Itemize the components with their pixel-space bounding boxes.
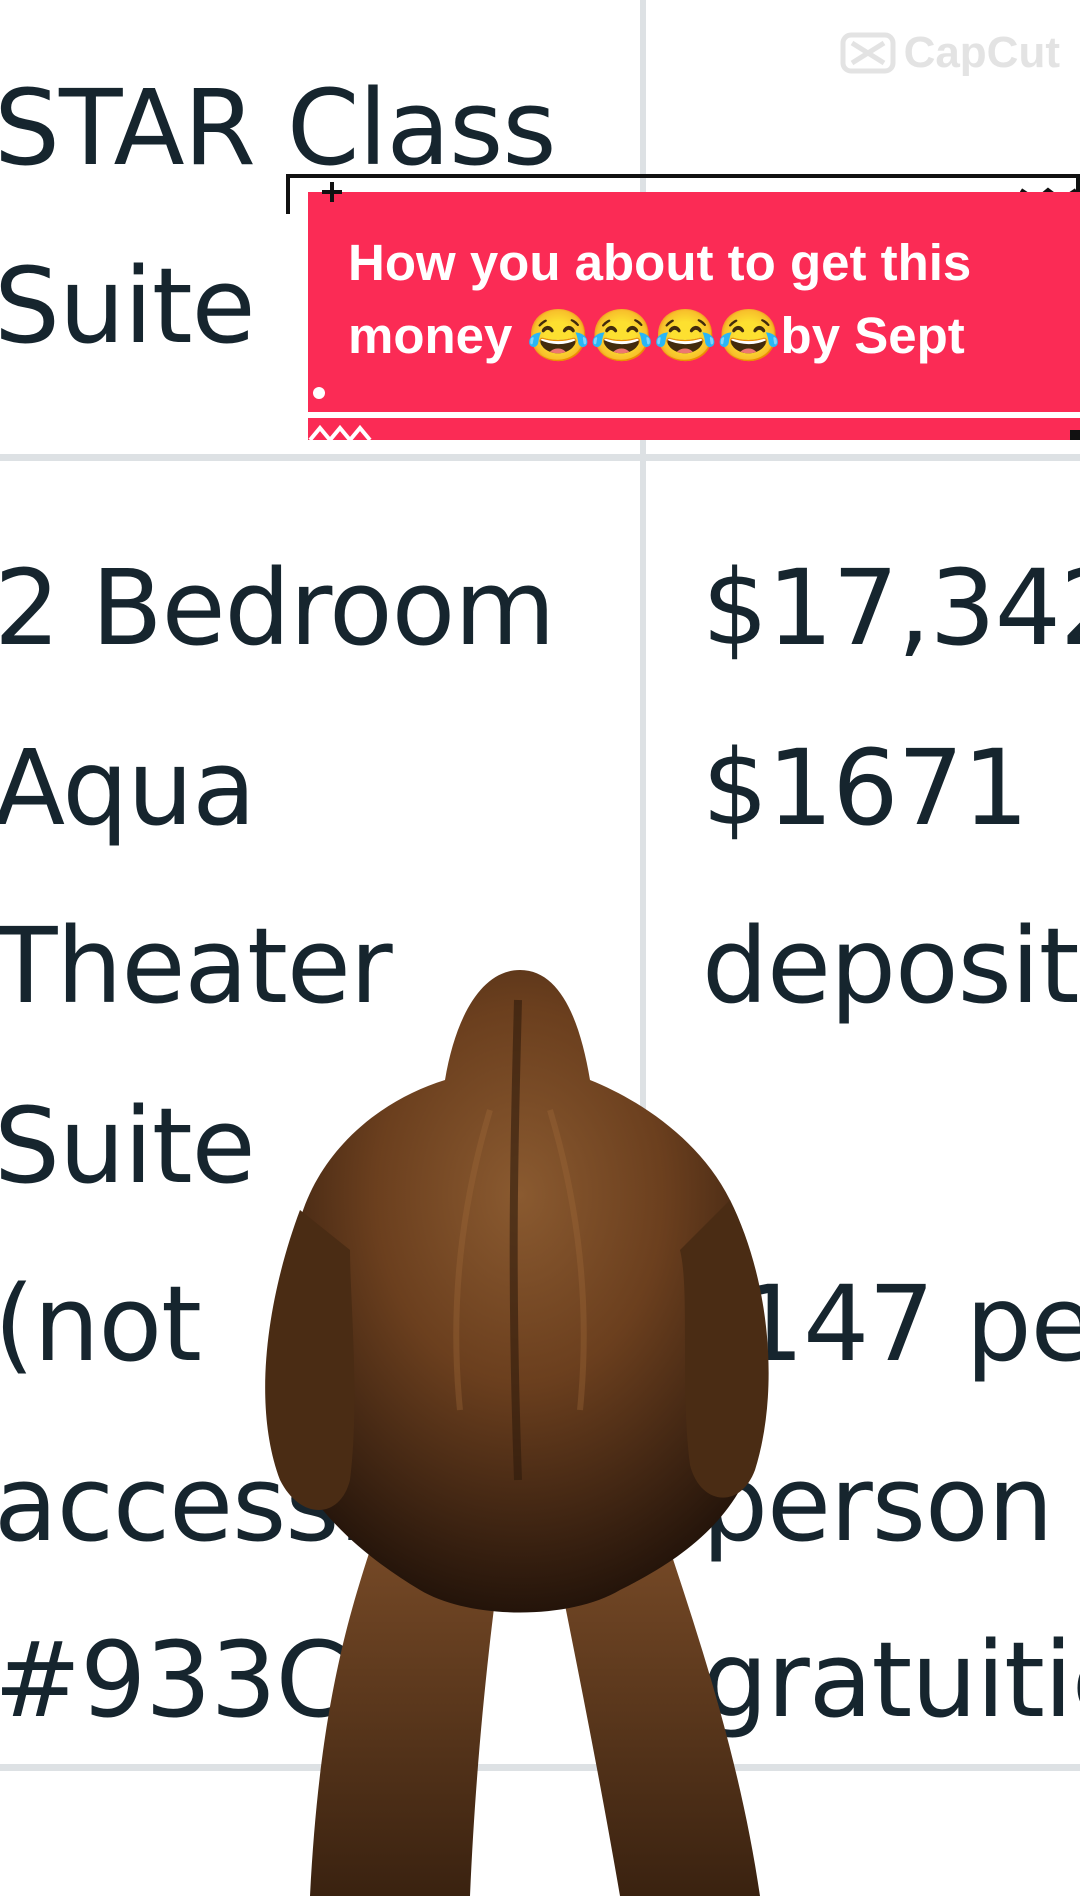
bigfoot-figure-image xyxy=(265,970,769,1896)
caption-line: How you about to get this xyxy=(348,234,972,291)
caption-text: How you about to get this money 😂😂😂😂by S… xyxy=(348,226,1068,372)
add-icon[interactable] xyxy=(320,180,344,204)
capcut-watermark: CapCut xyxy=(840,28,1060,78)
watermark-text: CapCut xyxy=(903,28,1060,77)
caption-stripe xyxy=(308,412,1080,418)
table-cell-right: $1671 xyxy=(702,727,1029,849)
table-row-divider xyxy=(0,454,1080,461)
zigzag-decoration-icon xyxy=(308,424,372,444)
table-cell-left: (not xyxy=(0,1263,202,1385)
video-frame: STAR Class Suite 2 Bedroom Aqua Theater … xyxy=(0,0,1080,1896)
table-cell-left: Suite xyxy=(0,245,256,367)
table-cell-left: Suite xyxy=(0,1085,256,1207)
capcut-logo-icon xyxy=(840,32,896,74)
caption-line: money 😂😂😂😂by Sept xyxy=(348,307,965,364)
caption-stripe-bottom xyxy=(308,420,1080,440)
table-cell-left: 2 Bedroom xyxy=(0,547,556,669)
table-cell-right: 147 pe xyxy=(738,1263,1080,1385)
table-cell-right: $17,342 xyxy=(702,547,1080,669)
dot-handle-icon[interactable] xyxy=(312,386,326,400)
resize-handle[interactable] xyxy=(1070,430,1080,440)
table-cell-left: Aqua xyxy=(0,727,256,849)
table-cell-left: STAR Class xyxy=(0,67,557,189)
